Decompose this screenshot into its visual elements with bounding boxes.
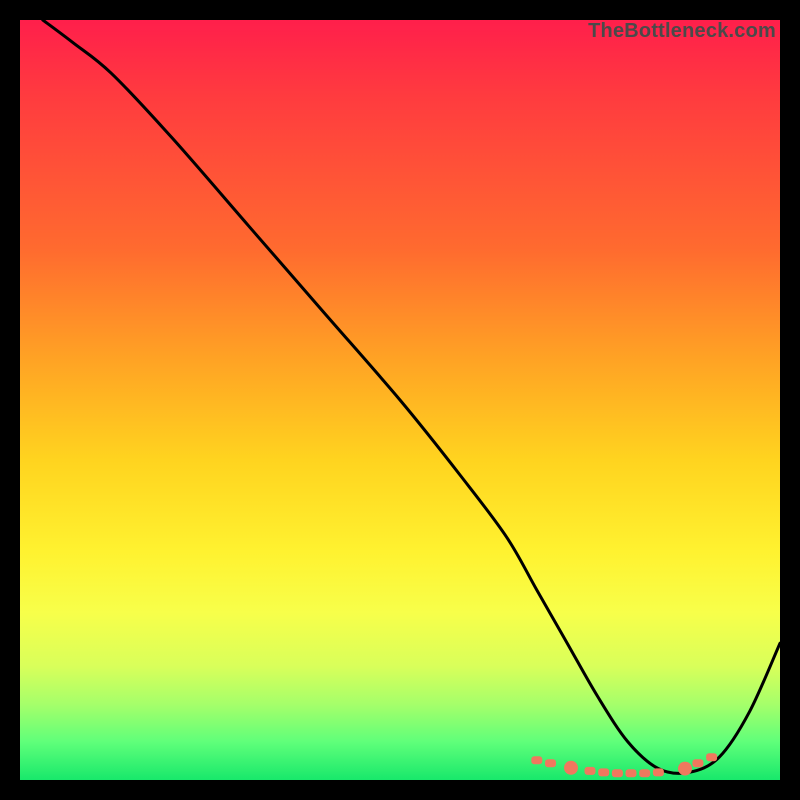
marker-rect-5 (612, 769, 623, 777)
markers-group (531, 753, 717, 777)
marker-rect-3 (585, 767, 596, 775)
marker-rect-4 (598, 768, 609, 776)
marker-rect-11 (706, 753, 717, 761)
chart-frame: TheBottleneck.com (20, 20, 780, 780)
chart-svg (20, 20, 780, 780)
marker-rect-6 (626, 769, 637, 777)
marker-rect-1 (545, 759, 556, 767)
marker-rect-0 (531, 756, 542, 764)
marker-circle-9 (678, 762, 692, 776)
marker-rect-7 (639, 769, 650, 777)
bottleneck-curve (43, 20, 780, 773)
marker-rect-10 (692, 759, 703, 767)
marker-circle-2 (564, 761, 578, 775)
marker-rect-8 (653, 768, 664, 776)
